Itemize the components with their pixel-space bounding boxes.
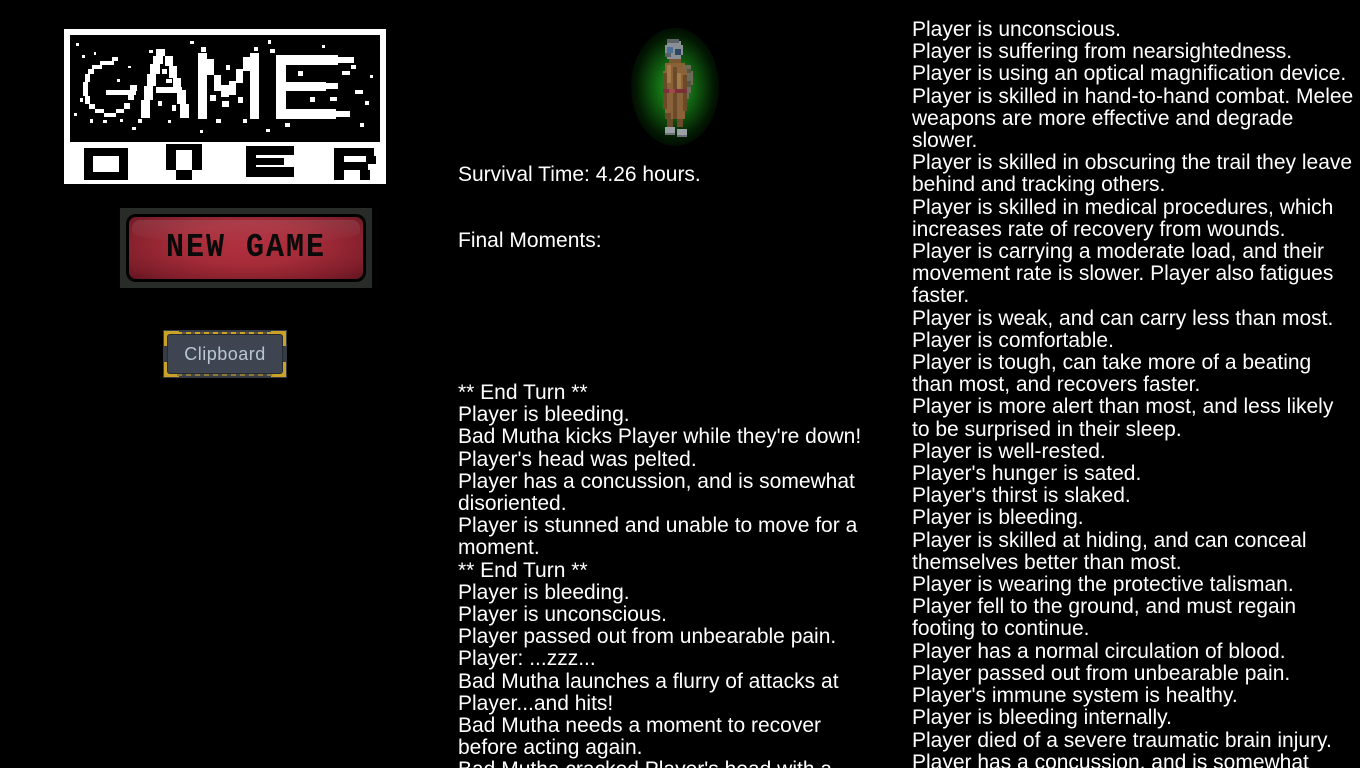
player-sprite-art [663, 39, 693, 137]
status-line: Player is more alert than most, and less… [912, 395, 1334, 441]
status-line: Player is bleeding. [912, 506, 1084, 530]
status-line: Player is wearing the protective talisma… [912, 573, 1294, 597]
player-status-list: Player is unconscious. Player is sufferin… [912, 18, 1354, 768]
status-line: Player is well-rested. [912, 439, 1106, 463]
status-line: Player is carrying a moderate load, and … [912, 240, 1334, 308]
log-line: Player is bleeding. [458, 403, 630, 427]
center-panel: Survival Time: 4.26 hours. Final Moments… [450, 0, 900, 768]
status-line: Player is skilled in medical procedures,… [912, 195, 1334, 241]
log-line: Player is unconscious. [458, 603, 667, 627]
log-line: Player is bleeding. [458, 580, 630, 604]
status-line: Player is unconscious. [912, 18, 1121, 41]
status-line: Player has a concussion, and is somewhat… [912, 750, 1309, 768]
log-line: Bad Mutha launches a flurry of attacks a… [458, 669, 839, 715]
logo-over-blocks [70, 142, 380, 184]
clipboard-button-face: Clipboard [167, 334, 283, 374]
log-line: ** End Turn ** [458, 558, 588, 582]
log-line: Player's head was pelted. [458, 447, 697, 471]
status-line: Player is weak, and can carry less than … [912, 306, 1334, 330]
status-line: Player passed out from unbearable pain. [912, 661, 1291, 685]
new-game-button[interactable]: NEW GAME [120, 208, 372, 288]
status-line: Player's thirst is slaked. [912, 484, 1131, 508]
log-line: Player passed out from unbearable pain. [458, 625, 837, 649]
status-line: Player's immune system is healthy. [912, 684, 1238, 708]
status-line: Player's hunger is sated. [912, 462, 1142, 486]
status-line: Player is suffering from nearsightedness… [912, 40, 1293, 64]
final-moments-log: ** End Turn ** Player is bleeding. Bad Mut… [458, 381, 878, 768]
status-line: Player is comfortable. [912, 328, 1114, 352]
survival-time-text: Survival Time: 4.26 hours. [458, 163, 701, 186]
new-game-label: NEW GAME [165, 228, 327, 268]
final-moments-label: Final Moments: [458, 229, 602, 252]
status-line: Player fell to the ground, and must rega… [912, 595, 1297, 641]
log-line: Player is stunned and unable to move for… [458, 514, 858, 560]
status-line: Player is skilled at hiding, and can con… [912, 528, 1307, 574]
log-line: Player: ...zzz... [458, 647, 596, 671]
status-line: Player is using an optical magnification… [912, 62, 1347, 86]
log-line: ** End Turn ** [458, 381, 588, 404]
status-line: Player is bleeding internally. [912, 706, 1172, 730]
game-over-screen: NEW GAME Clipboard Survival Time: 4.26 h… [0, 0, 1360, 768]
status-line: Player is skilled in hand-to-hand combat… [912, 84, 1354, 153]
logo-game-glitch-art [70, 35, 380, 142]
log-line: Bad Mutha cracked Player's head with a s… [458, 759, 878, 768]
game-over-logo [64, 29, 386, 184]
new-game-button-face: NEW GAME [126, 214, 366, 282]
clipboard-label: Clipboard [184, 344, 266, 364]
logo-over-text [70, 142, 380, 184]
player-character-sprite [622, 22, 728, 152]
status-line: Player is tough, can take more of a beat… [912, 351, 1312, 397]
log-line: Player has a concussion, and is somewhat… [458, 469, 855, 516]
clipboard-button[interactable]: Clipboard [163, 330, 287, 378]
right-panel: Player is unconscious. Player is sufferin… [900, 0, 1360, 768]
logo-game-text [70, 35, 380, 142]
status-line: Player died of a severe traumatic brain … [912, 728, 1332, 752]
left-panel: NEW GAME Clipboard [0, 0, 450, 768]
status-line: Player has a normal circulation of blood… [912, 639, 1286, 663]
log-line: Bad Mutha needs a moment to recover befo… [458, 714, 822, 760]
status-line: Player is skilled in obscuring the trail… [912, 151, 1353, 197]
log-line: Bad Mutha kicks Player while they're dow… [458, 425, 862, 449]
